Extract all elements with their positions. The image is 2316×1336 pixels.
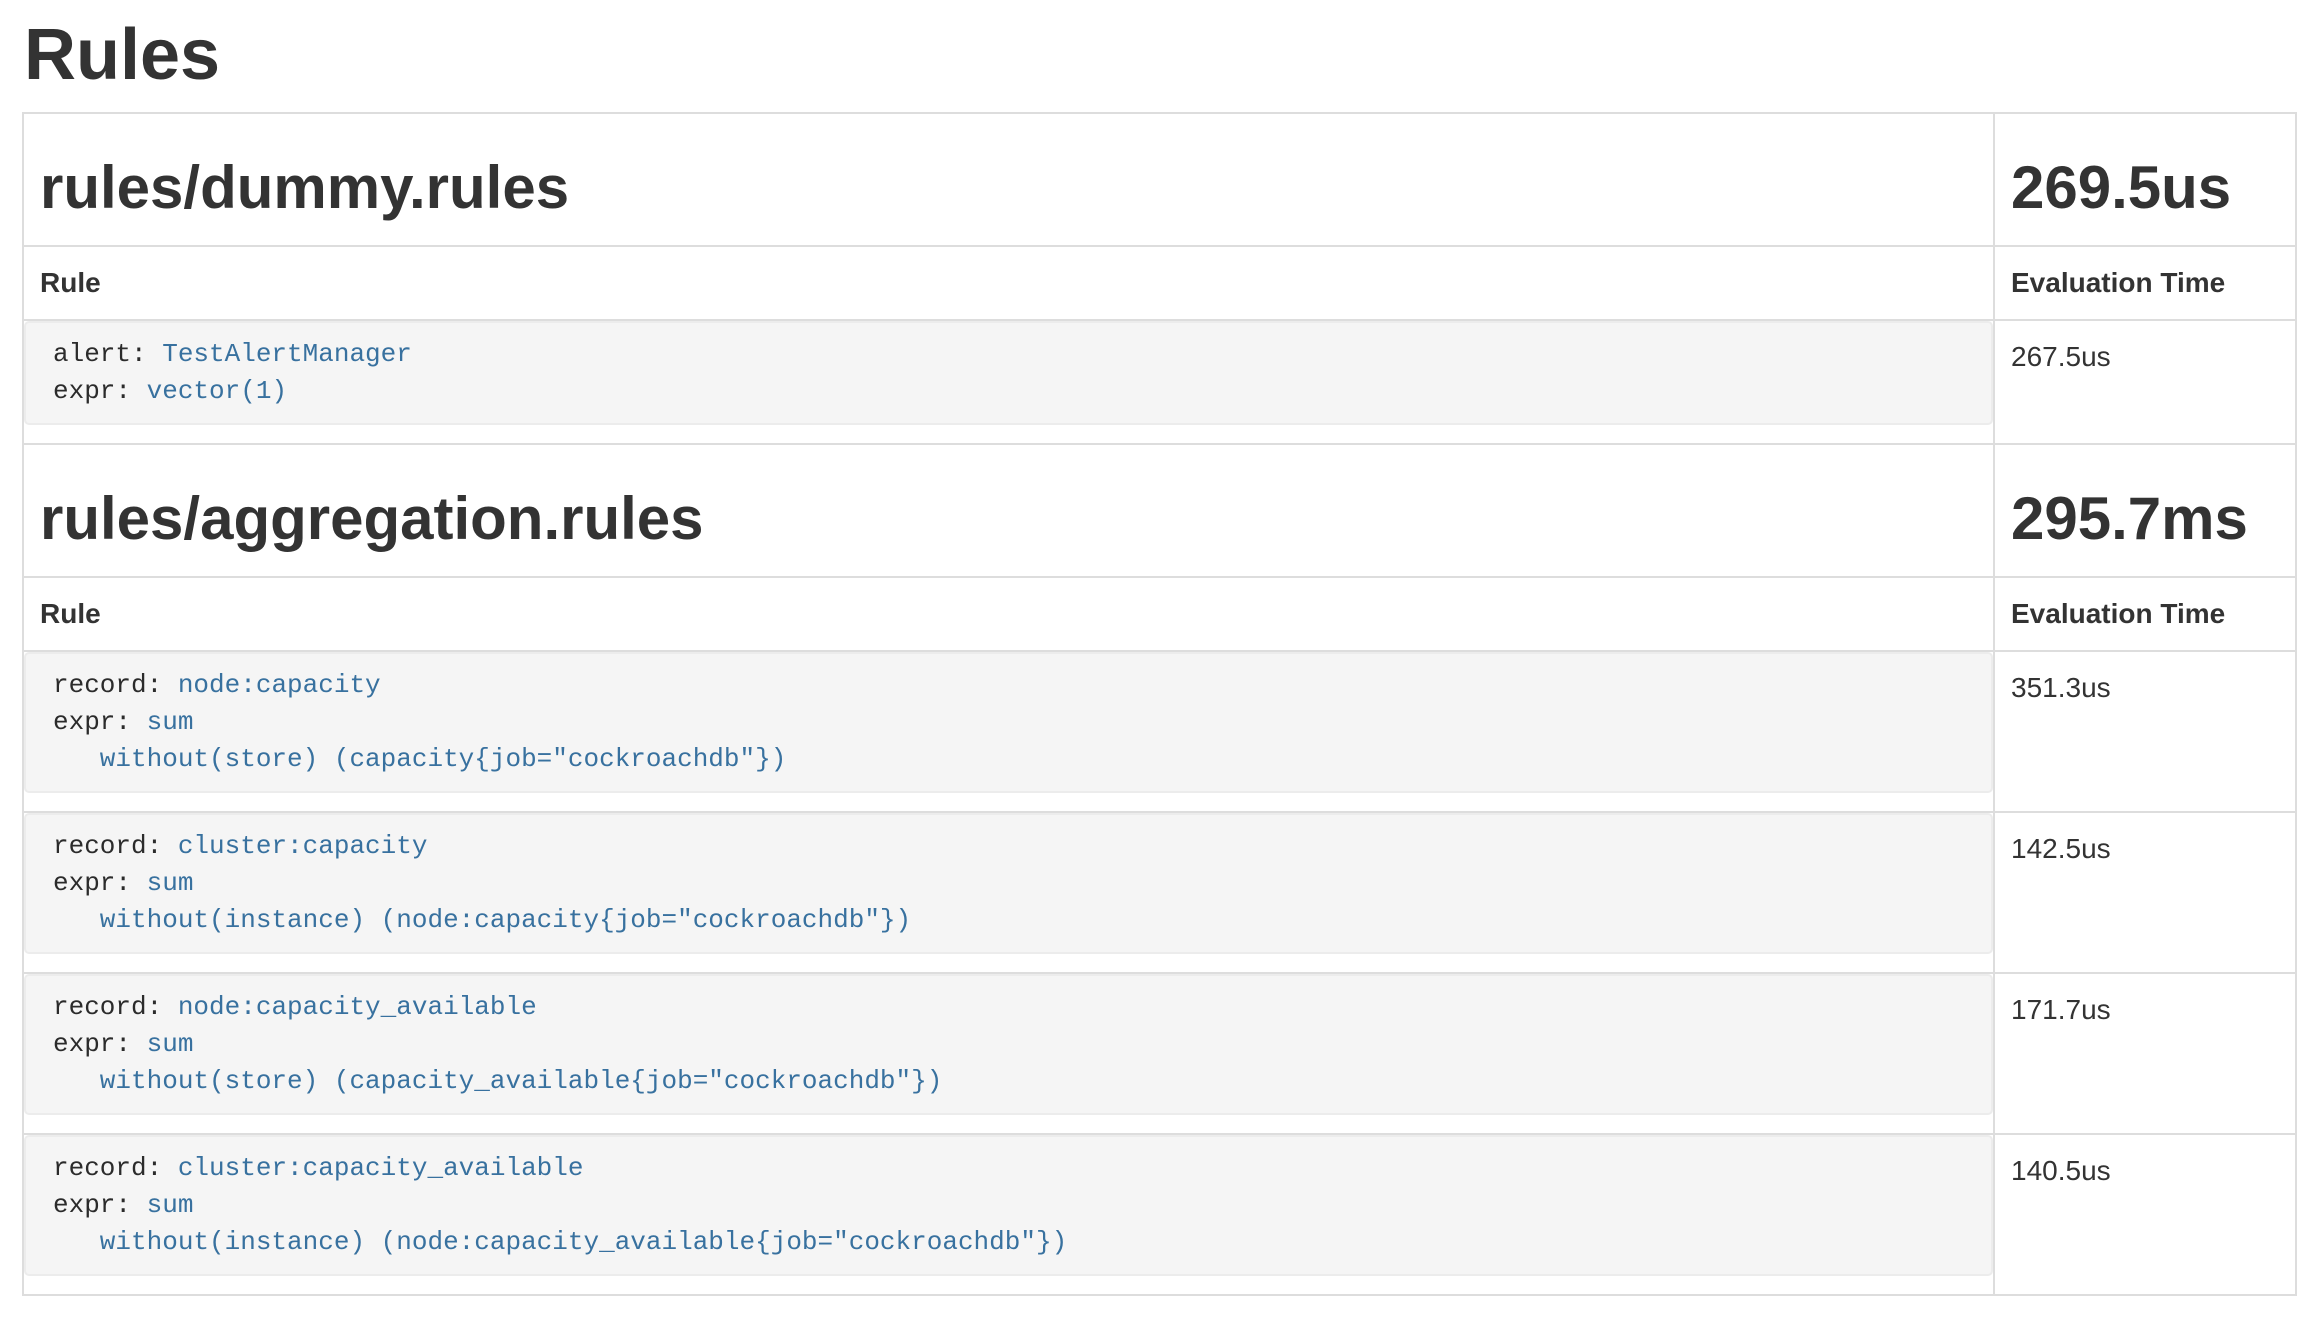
rule-definition: record: cluster:capacity_available expr:…: [24, 1135, 1993, 1276]
page-title: Rules: [24, 14, 2297, 97]
rule-groups: rules/dummy.rules269.5usRuleEvaluation T…: [23, 113, 2296, 1295]
rule-row: alert: TestAlertManager expr: vector(1)2…: [23, 320, 2296, 444]
rule-keyword: record:: [53, 831, 178, 861]
group-header-row: rules/dummy.rules 269.5us: [23, 113, 2296, 246]
rules-table: rules/dummy.rules269.5usRuleEvaluation T…: [22, 112, 2297, 1296]
rule-keyword: record:: [53, 1153, 178, 1183]
rule-link[interactable]: sum without(instance) (node:capacity_ava…: [53, 1190, 1067, 1257]
rule-evaluation-time: 142.5us: [1994, 812, 2296, 973]
rule-keyword: alert:: [53, 339, 162, 369]
rule-keyword: record:: [53, 670, 178, 700]
rule-evaluation-time: 171.7us: [1994, 973, 2296, 1134]
rule-keyword: expr:: [53, 707, 147, 737]
group-name: rules/dummy.rules: [40, 154, 1977, 221]
rule-link[interactable]: vector(1): [147, 376, 287, 406]
rule-cell: record: node:capacity_available expr: su…: [23, 973, 1994, 1134]
rule-row: record: node:capacity_available expr: su…: [23, 973, 2296, 1134]
rule-cell: record: cluster:capacity_available expr:…: [23, 1134, 1994, 1295]
group-name-cell: rules/dummy.rules: [23, 113, 1994, 246]
group-time-cell: 269.5us: [1994, 113, 2296, 246]
group-name-cell: rules/aggregation.rules: [23, 444, 1994, 577]
rule-column-header: Rule: [23, 246, 1994, 320]
evaluation-time-column-header: Evaluation Time: [1994, 246, 2296, 320]
rule-evaluation-time: 351.3us: [1994, 651, 2296, 812]
rule-link[interactable]: sum without(store) (capacity_available{j…: [53, 1029, 942, 1096]
group-name: rules/aggregation.rules: [40, 485, 1977, 552]
rule-link[interactable]: TestAlertManager: [162, 339, 412, 369]
rule-keyword: expr:: [53, 868, 147, 898]
rule-link[interactable]: node:capacity_available: [178, 992, 537, 1022]
rule-link[interactable]: cluster:capacity: [178, 831, 428, 861]
rule-column-header: Rule: [23, 577, 1994, 651]
group-time-cell: 295.7ms: [1994, 444, 2296, 577]
rule-link[interactable]: cluster:capacity_available: [178, 1153, 584, 1183]
rule-keyword: expr:: [53, 1029, 147, 1059]
evaluation-time-column-header: Evaluation Time: [1994, 577, 2296, 651]
column-header-row: RuleEvaluation Time: [23, 577, 2296, 651]
rule-cell: alert: TestAlertManager expr: vector(1): [23, 320, 1994, 444]
rules-page: Rules rules/dummy.rules269.5usRuleEvalua…: [0, 14, 2316, 1296]
group-evaluation-time: 269.5us: [2011, 154, 2279, 221]
rule-link[interactable]: sum without(instance) (node:capacity{job…: [53, 868, 911, 935]
rule-row: record: cluster:capacity expr: sum witho…: [23, 812, 2296, 973]
rule-evaluation-time: 140.5us: [1994, 1134, 2296, 1295]
rule-definition: record: node:capacity_available expr: su…: [24, 974, 1993, 1115]
rule-row: record: node:capacity expr: sum without(…: [23, 651, 2296, 812]
rule-keyword: expr:: [53, 376, 147, 406]
column-header-row: RuleEvaluation Time: [23, 246, 2296, 320]
rule-row: record: cluster:capacity_available expr:…: [23, 1134, 2296, 1295]
rule-keyword: expr:: [53, 1190, 147, 1220]
group-header-row: rules/aggregation.rules 295.7ms: [23, 444, 2296, 577]
rule-cell: record: cluster:capacity expr: sum witho…: [23, 812, 1994, 973]
rule-keyword: record:: [53, 992, 178, 1022]
rule-definition: alert: TestAlertManager expr: vector(1): [24, 321, 1993, 425]
rule-link[interactable]: sum without(store) (capacity{job="cockro…: [53, 707, 786, 774]
rule-cell: record: node:capacity expr: sum without(…: [23, 651, 1994, 812]
rule-definition: record: cluster:capacity expr: sum witho…: [24, 813, 1993, 954]
group-evaluation-time: 295.7ms: [2011, 485, 2279, 552]
rule-link[interactable]: node:capacity: [178, 670, 381, 700]
rule-evaluation-time: 267.5us: [1994, 320, 2296, 444]
rule-definition: record: node:capacity expr: sum without(…: [24, 652, 1993, 793]
